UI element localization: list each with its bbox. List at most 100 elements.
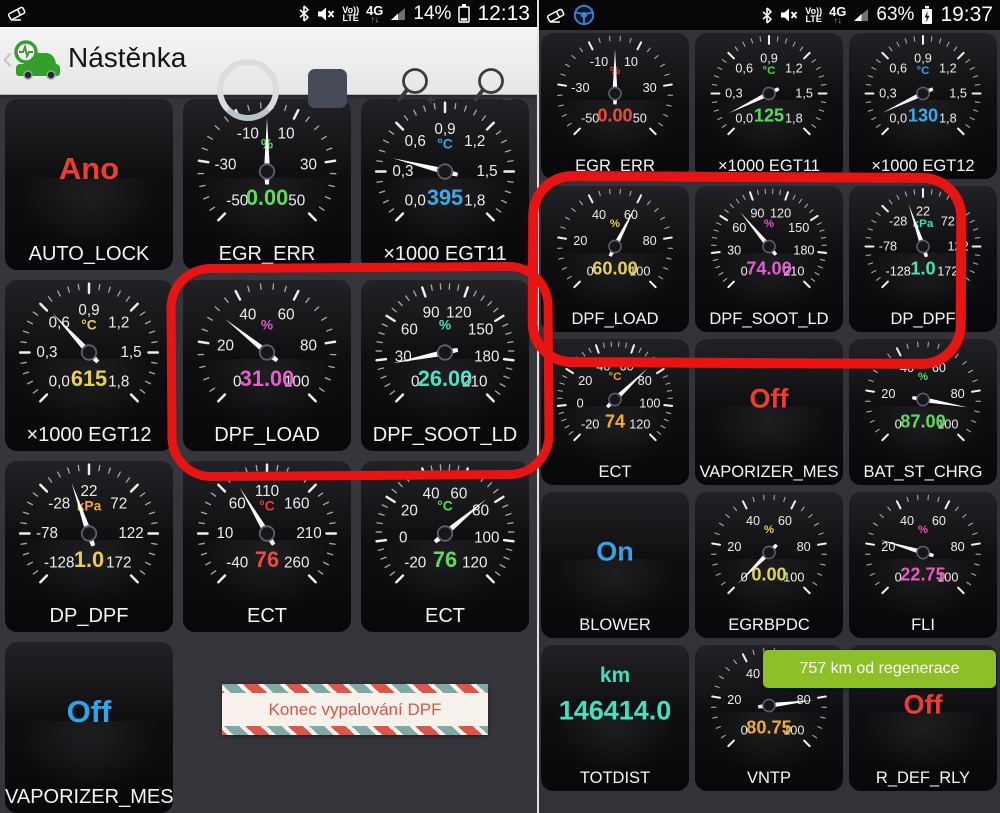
tile-label: BLOWER (541, 616, 689, 635)
mute-icon (780, 7, 798, 23)
tick-label: -40 (226, 555, 248, 572)
tile-dpf-load[interactable]: 020406080100%31.00DPF_LOAD (183, 280, 351, 451)
tile-egr-err[interactable]: -50-30-10103050%0.00EGR_ERR (183, 99, 351, 270)
tile-label: DP_DPF (5, 605, 173, 628)
tile-value: On (541, 536, 689, 567)
gauge-unit: % (610, 218, 620, 230)
tick-label: 150 (788, 221, 809, 235)
gauge-face: -20020406080100120°C76 (361, 461, 529, 606)
gauge-unit: % (764, 524, 774, 536)
gauge-hub (609, 240, 621, 252)
tick-label: -30 (214, 156, 236, 173)
loading-spinner-icon (217, 59, 279, 121)
tile-1000-egt12[interactable]: 0,00,30,60,91,21,51,8°C615×1000 EGT12 (5, 280, 173, 451)
tick-label: 20 (881, 387, 895, 401)
tile-bat-st-chrg[interactable]: 020406080100%87.00BAT_ST_CHRG (849, 339, 997, 485)
tick-label: 0,0 (49, 374, 70, 391)
tile-dp-dpf[interactable]: -128-78-282272122172kPa1.0DP_DPF (5, 461, 173, 632)
gauge-hub (763, 546, 775, 558)
tick-label: 80 (951, 540, 965, 554)
battery-percent: 14% (413, 3, 451, 25)
tile-ect[interactable]: -401060110160210260°C76ECT (183, 461, 351, 632)
tile-label: TOTDIST (541, 769, 689, 788)
stop-button[interactable] (308, 69, 347, 108)
tick-label: 40 (239, 307, 256, 324)
tile-value: Off (695, 383, 843, 414)
tick-label: 180 (474, 349, 499, 366)
tick-label: 160 (284, 495, 309, 512)
network-4g-indicator: 4G ↑↓ (829, 6, 846, 24)
tile-dpf-soot-ld[interactable]: 0306090120150180210%74.00DPF_SOOT_LD (695, 186, 843, 332)
tick-label: 20 (573, 234, 587, 248)
svg-text:+: + (426, 92, 435, 109)
tick-label: -30 (571, 81, 589, 95)
tile-vaporizer-mes[interactable]: OffVAPORIZER_MES (695, 339, 843, 485)
tick-label: 10 (278, 126, 295, 143)
gauge-hub (917, 240, 929, 252)
tick-label: 80 (300, 337, 317, 354)
regeneration-distance-toast: 757 km od regenerace (763, 650, 996, 688)
tile-dp-dpf[interactable]: -128-78-282272122172kPa1.0DP_DPF (849, 186, 997, 332)
tick-label: -128 (44, 555, 74, 572)
tile-1000-egt12[interactable]: 0,00,30,60,91,21,51,8°C130×1000 EGT12 (849, 33, 997, 179)
tile-ect[interactable]: -20020406080100120°C74ECT (541, 339, 689, 485)
gauge-hub (609, 87, 621, 99)
tile-dpf-load[interactable]: 020406080100%60.00DPF_LOAD (541, 186, 689, 332)
mute-icon (317, 6, 335, 22)
tile-totdist[interactable]: km 146414.0 TOTDIST (541, 645, 689, 791)
gauge-unit: % (764, 218, 774, 230)
gauge-hub (260, 345, 275, 360)
tile-egrbpdc[interactable]: 020406080100%0.00EGRBPDC (695, 492, 843, 638)
tile-fli[interactable]: 020406080100%22.75FLI (849, 492, 997, 638)
tick-label: 0,0 (889, 111, 907, 125)
tick-label: 40 (746, 667, 760, 681)
tick-label: 1,2 (464, 133, 485, 150)
tick-label: 1,2 (939, 62, 957, 76)
tick-label: 1,2 (785, 62, 803, 76)
tile-1000-egt11[interactable]: 0,00,30,60,91,21,51,8°C395×1000 EGT11 (361, 99, 529, 270)
tile-value: Off (5, 694, 173, 730)
tick-label: -20 (581, 417, 599, 431)
screenshot-divider (537, 0, 539, 813)
gauge-value: 1.0 (74, 547, 104, 572)
tick-label: -10 (237, 126, 259, 143)
gauge-unit: °C (81, 317, 97, 332)
signal-icon (853, 8, 869, 22)
tick-label: 0,6 (889, 62, 907, 76)
tick-label: 1,8 (939, 111, 957, 125)
tile-vaporizer-mes[interactable]: OffVAPORIZER_MES (5, 642, 173, 813)
tick-label: -78 (879, 240, 897, 254)
tick-label: 30 (643, 81, 657, 95)
status-bar-left: Vo)) LTE 4G ↑↓ 14% 12:13 (0, 0, 537, 27)
tile-label: VNTP (695, 769, 843, 788)
tile-1000-egt11[interactable]: 0,00,30,60,91,21,51,8°C125×1000 EGT11 (695, 33, 843, 179)
tile-label: ECT (183, 605, 351, 628)
tile-egr-err[interactable]: -50-30-10103050%0.00EGR_ERR (541, 33, 689, 179)
gauge-hub (438, 164, 453, 179)
signal-icon (390, 7, 406, 21)
bluetooth-icon (761, 7, 773, 24)
zoom-in-button[interactable]: + (396, 65, 438, 113)
value-unit: km (541, 664, 689, 688)
zoom-out-button[interactable]: − (472, 65, 514, 113)
tile-value: 146414.0 (541, 695, 689, 726)
tile-auto-lock[interactable]: AnoAUTO_LOCK (5, 99, 173, 270)
tick-label: 30 (300, 156, 317, 173)
tile-label: AUTO_LOCK (5, 243, 173, 266)
tile-dpf-soot-ld[interactable]: 0306090120150180210%26.00DPF_SOOT_LD (361, 280, 529, 451)
tick-label: 60 (620, 359, 634, 373)
tick-label: 1,5 (795, 87, 813, 101)
gauge-value: 1.0 (910, 258, 935, 278)
tick-label: 0,6 (735, 62, 753, 76)
tile-label: ECT (361, 605, 529, 628)
tick-label: 60 (401, 322, 418, 339)
tick-label: 10 (624, 55, 638, 69)
tick-label: 60 (229, 495, 246, 512)
tick-label: 22 (916, 204, 930, 218)
tile-blower[interactable]: On BLOWER (541, 492, 689, 638)
tile-label: ×1000 EGT12 (849, 157, 997, 176)
tile-label: EGR_ERR (183, 243, 351, 266)
tile-ect[interactable]: -20020406080100120°C76ECT (361, 461, 529, 632)
car-scanner-notification-icon (573, 4, 595, 26)
gauge-face: 0,00,30,60,91,21,51,8°C395 (361, 99, 529, 244)
